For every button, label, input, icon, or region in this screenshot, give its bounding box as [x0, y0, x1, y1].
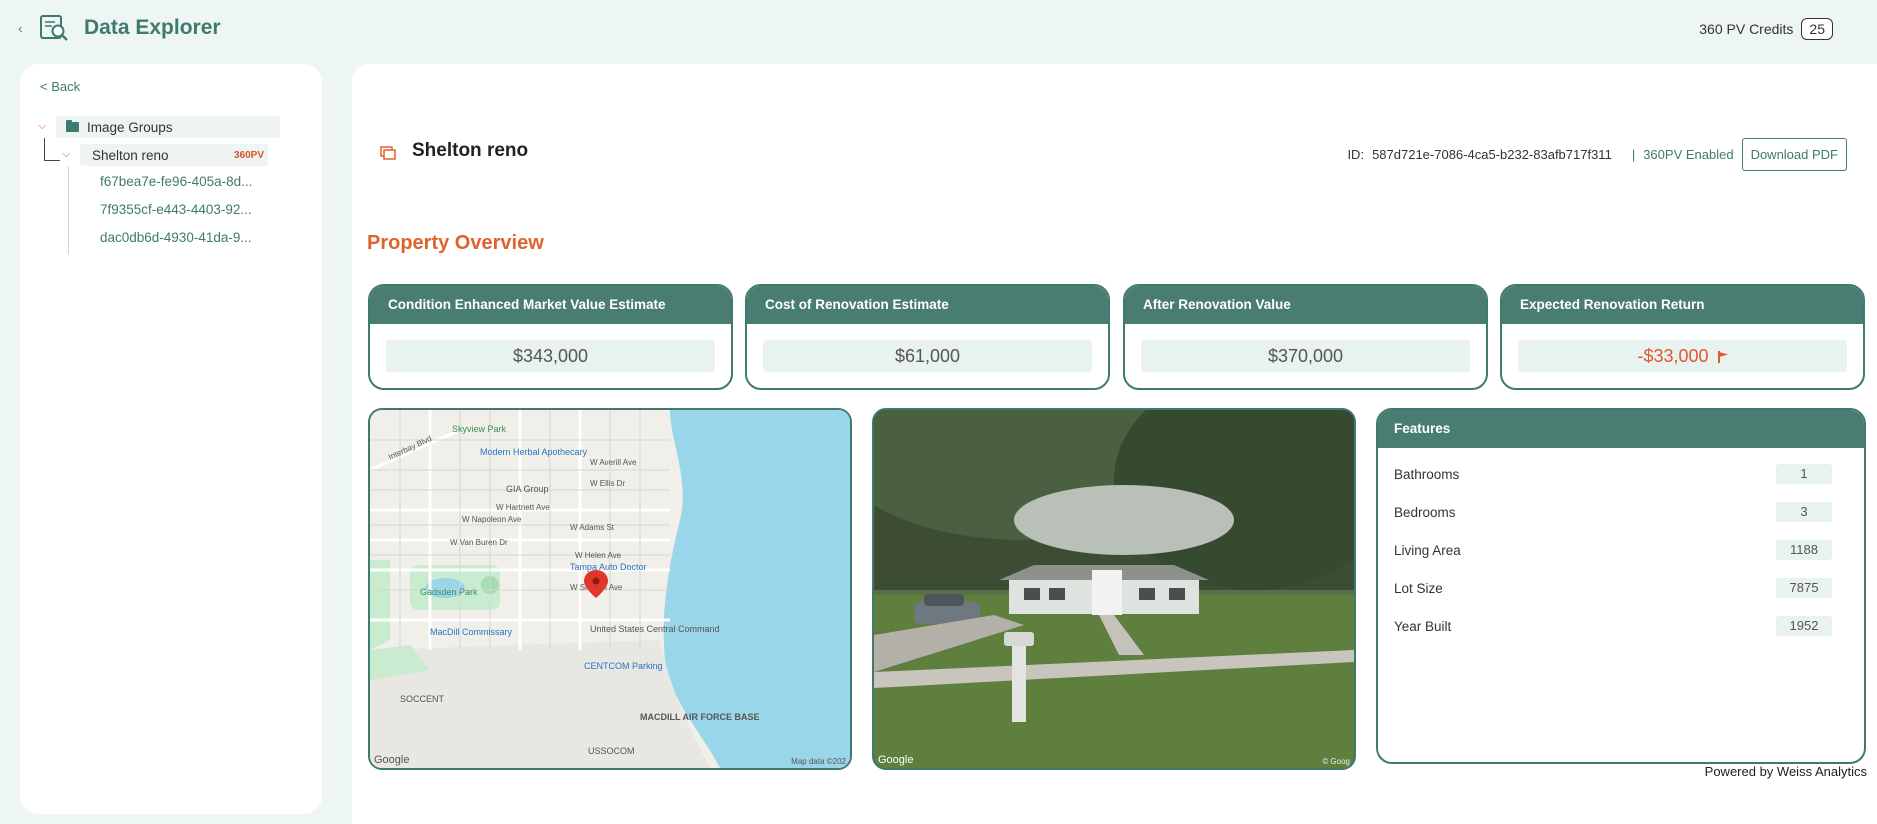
street-view-photo[interactable]: Google © Goog	[872, 408, 1356, 770]
map-label: MACDILL AIR FORCE BASE	[640, 712, 760, 722]
map-label: USSOCOM	[588, 746, 635, 756]
map-label: MacDill Commissary	[430, 627, 513, 637]
metric-value: $343,000	[386, 340, 715, 372]
map-label: GIA Group	[506, 484, 549, 494]
section-title: Property Overview	[367, 232, 544, 254]
map-attribution: Map data ©202	[791, 757, 846, 766]
tree-leaf-image[interactable]: f67bea7e-fe96-405a-8d...	[100, 174, 270, 189]
metric-value: $61,000	[763, 340, 1092, 372]
street-view-image	[874, 410, 1354, 768]
google-logo: Google	[878, 754, 914, 766]
feature-value: 1952	[1776, 616, 1832, 636]
data-explorer-logo-icon	[40, 15, 68, 41]
map-label: CENTCOM Parking	[584, 661, 663, 671]
feature-value: 7875	[1776, 578, 1832, 598]
feature-value: 1	[1776, 464, 1832, 484]
top-bar: ‹ Data Explorer 360 PV Credits 25	[0, 0, 1877, 56]
folder-icon	[66, 120, 79, 132]
sidebar: < Back ⌵ Image Groups ⌵ Shelton reno 360…	[20, 64, 322, 814]
metric-card-after-renovation: After Renovation Value $370,000	[1123, 284, 1488, 390]
metric-card-renovation-cost: Cost of Renovation Estimate $61,000	[745, 284, 1110, 390]
map-label: Tampa Auto Doctor	[570, 562, 647, 572]
metric-card-renovation-return: Expected Renovation Return -$33,000	[1500, 284, 1865, 390]
metric-label: Condition Enhanced Market Value Estimate	[370, 286, 731, 324]
chevron-down-icon[interactable]: ⌵	[62, 148, 70, 161]
metric-value: -$33,000	[1637, 346, 1709, 366]
flag-icon	[1717, 351, 1728, 363]
features-card: Features Bathrooms 1 Bedrooms 3 Living A…	[1376, 408, 1866, 764]
main-panel: Shelton reno ID: 587d721e-7086-4ca5-b232…	[352, 64, 1877, 824]
map-label: W Helen Ave	[575, 551, 622, 560]
metric-label: Cost of Renovation Estimate	[747, 286, 1108, 324]
map-label: W Napoleon Ave	[462, 515, 522, 524]
back-chevron-icon[interactable]: ‹	[18, 20, 23, 36]
metric-value: $370,000	[1141, 340, 1470, 372]
feature-label: Year Built	[1394, 618, 1452, 634]
map-label: W Ellis Dr	[590, 479, 625, 488]
image-group-icon	[380, 146, 396, 160]
feature-row-year-built: Year Built 1952	[1394, 616, 1832, 636]
feature-row-bedrooms: Bedrooms 3	[1394, 502, 1832, 522]
feature-row-living-area: Living Area 1188	[1394, 540, 1832, 560]
tree-item-shelton-reno[interactable]: Shelton reno 360PV	[80, 144, 268, 166]
360pv-enabled-label: 360PV Enabled	[1643, 147, 1734, 162]
powered-by: Powered by Weiss Analytics	[1704, 764, 1867, 779]
feature-row-bathrooms: Bathrooms 1	[1394, 464, 1832, 484]
tree-connector	[44, 160, 60, 161]
app-title: Data Explorer	[84, 16, 221, 39]
map-label: W Hartnett Ave	[496, 503, 550, 512]
tree-root-label: Image Groups	[87, 119, 173, 135]
map-label: Skyview Park	[452, 424, 507, 434]
back-link[interactable]: < Back	[40, 79, 80, 94]
metric-value-box: -$33,000	[1518, 340, 1847, 372]
map-label: Modern Herbal Apothecary	[480, 447, 588, 457]
tree-leaf-image[interactable]: 7f9355cf-e443-4403-92...	[100, 202, 270, 217]
tree-connector	[68, 166, 69, 254]
id-label: ID:	[1347, 147, 1365, 162]
features-title: Features	[1378, 410, 1864, 448]
map-label: United States Central Command	[590, 624, 720, 634]
metric-label: Expected Renovation Return	[1502, 286, 1863, 324]
metric-card-market-value: Condition Enhanced Market Value Estimate…	[368, 284, 733, 390]
id-row: ID: 587d721e-7086-4ca5-b232-83afb717f311…	[1347, 138, 1847, 171]
map-label: W Adams St	[570, 523, 615, 532]
tree-connector	[44, 138, 45, 160]
feature-label: Bedrooms	[1394, 504, 1456, 520]
credits-count: 25	[1801, 18, 1833, 40]
chevron-down-icon[interactable]: ⌵	[38, 120, 46, 133]
tree-root-image-groups[interactable]: Image Groups	[56, 116, 280, 138]
feature-label: Lot Size	[1394, 580, 1443, 596]
map-canvas[interactable]: Skyview Park Modern Herbal Apothecary GI…	[370, 410, 850, 768]
map-label: SOCCENT	[400, 694, 445, 704]
map-label: Gadsden Park	[420, 587, 478, 597]
feature-label: Bathrooms	[1394, 466, 1460, 482]
feature-row-lot-size: Lot Size 7875	[1394, 578, 1832, 598]
page-title: Shelton reno	[412, 140, 529, 161]
map-label: W Van Buren Dr	[450, 538, 508, 547]
map-label: W Averill Ave	[590, 458, 637, 467]
photo-attribution: © Goog	[1322, 757, 1350, 766]
tree-leaf-image[interactable]: dac0db6d-4930-41da-9...	[100, 230, 270, 245]
credits-indicator: 360 PV Credits 25	[1699, 18, 1833, 40]
download-pdf-button[interactable]: Download PDF	[1741, 138, 1847, 171]
tree-item-label: Shelton reno	[92, 147, 169, 163]
google-logo: Google	[374, 754, 410, 766]
feature-value: 1188	[1776, 540, 1832, 560]
feature-label: Living Area	[1394, 542, 1461, 558]
id-value: 587d721e-7086-4ca5-b232-83afb717f311	[1372, 147, 1612, 162]
feature-value: 3	[1776, 502, 1832, 522]
map-view[interactable]: Skyview Park Modern Herbal Apothecary GI…	[368, 408, 852, 770]
360pv-badge: 360PV	[233, 149, 264, 161]
separator: |	[1631, 147, 1636, 162]
credits-label: 360 PV Credits	[1699, 21, 1794, 37]
metric-label: After Renovation Value	[1125, 286, 1486, 324]
